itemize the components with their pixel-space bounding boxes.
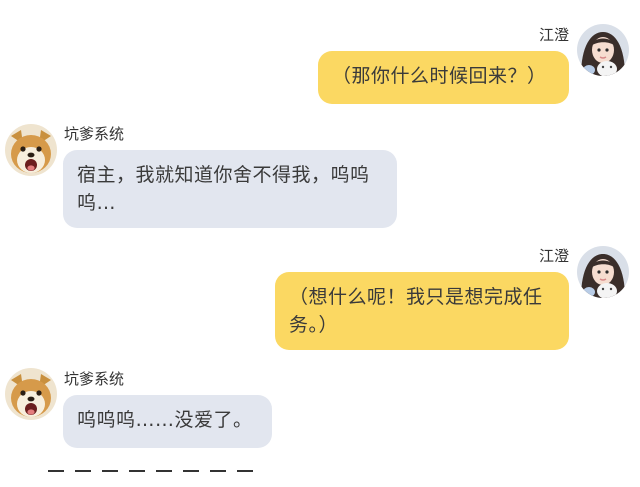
dash: [156, 470, 172, 472]
message-bubble-outgoing[interactable]: （想什么呢！我只是想完成任务。）: [275, 272, 569, 350]
girl-avatar-icon[interactable]: [577, 246, 629, 298]
dash: [129, 470, 145, 472]
divider-dashes: [48, 470, 253, 472]
sender-name: 江澄: [538, 26, 569, 44]
shiba-dog-avatar-icon[interactable]: [5, 124, 57, 176]
dash: [183, 470, 199, 472]
dash: [210, 470, 226, 472]
shiba-dog-avatar-icon[interactable]: [5, 368, 57, 420]
message-bubble-incoming[interactable]: 呜呜呜……没爱了。: [63, 395, 272, 448]
dash: [75, 470, 91, 472]
sender-name: 坑爹系统: [64, 125, 125, 143]
dash: [237, 470, 253, 472]
dash: [102, 470, 118, 472]
message-bubble-outgoing[interactable]: （那你什么时候回来？）: [318, 51, 569, 104]
girl-avatar-icon[interactable]: [577, 24, 629, 76]
message-bubble-incoming[interactable]: 宿主，我就知道你舍不得我，呜呜呜…: [63, 150, 397, 228]
sender-name: 江澄: [538, 247, 569, 265]
sender-name: 坑爹系统: [64, 370, 125, 388]
dash: [48, 470, 64, 472]
